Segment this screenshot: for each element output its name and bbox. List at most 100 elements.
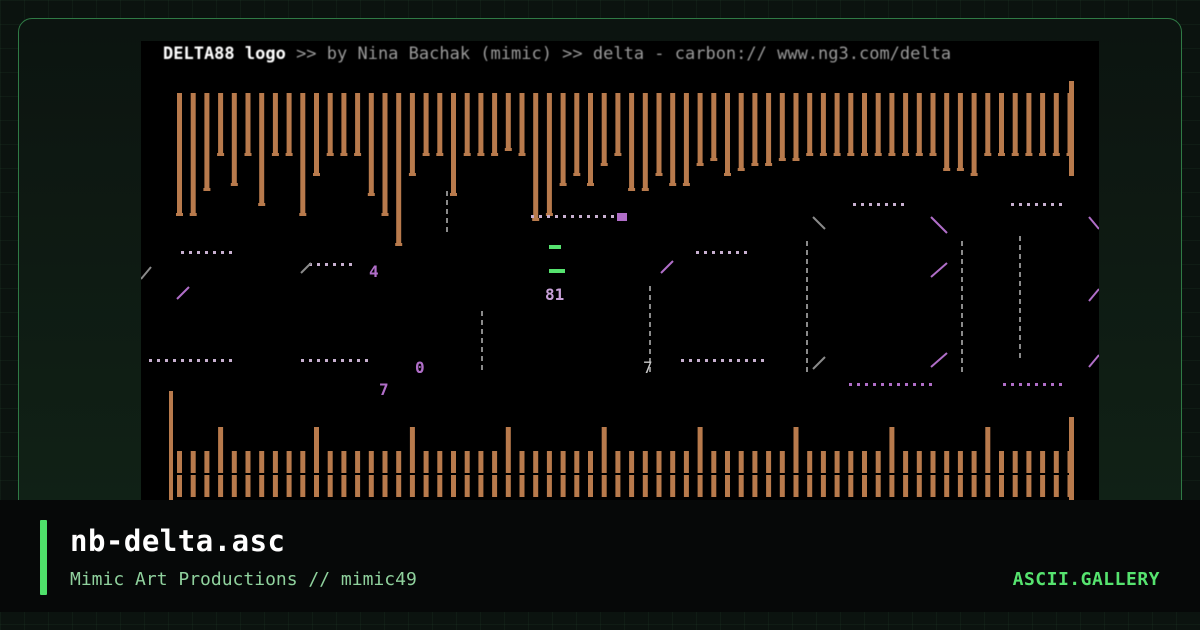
ascii-column [546,475,552,497]
ascii-column [1053,451,1059,473]
ascii-column [437,451,443,473]
ascii-column [793,475,799,497]
ascii-column-cap [299,213,307,216]
ascii-vertical-stub [446,200,448,205]
ascii-vertical-stub [1019,308,1021,313]
ascii-column [1069,417,1074,507]
ascii-column-cap [874,153,882,156]
ascii-column [601,427,607,473]
ascii-column [245,475,251,497]
ascii-column [341,475,347,497]
ascii-vertical-stub [961,295,963,300]
ascii-column [1040,451,1046,473]
ascii-column [971,475,977,497]
ascii-column-cap [1011,153,1019,156]
ascii-column [957,451,963,473]
ascii-column [218,93,224,153]
ascii-dotted-line [539,215,542,218]
ascii-column [779,93,785,158]
ascii-dotted-line [728,251,731,254]
ascii-column [169,391,173,511]
ascii-column [670,475,676,497]
ascii-column [930,475,936,497]
ascii-dotted-line [913,383,916,386]
site-brand[interactable]: ASCII.GALLERY [1013,568,1160,592]
ascii-column [409,427,415,473]
ascii-dotted-line [1019,383,1022,386]
ascii-column [601,475,607,497]
ascii-vertical-stub [1019,254,1021,259]
ascii-column [492,475,498,497]
ascii-dotted-line [857,383,860,386]
ascii-column [1012,451,1018,473]
ascii-number-4: 4 [369,262,379,281]
ascii-column [327,93,333,153]
ascii-column [971,451,977,473]
ascii-dotted-line [853,203,856,206]
ascii-dotted-line [881,383,884,386]
ascii-dotted-line [555,215,558,218]
ascii-column-cap [504,148,512,151]
ascii-column [272,93,278,153]
ascii-column-cap [792,158,800,161]
ascii-column [848,451,854,473]
ascii-vertical-stub [1019,335,1021,340]
ascii-column [478,93,484,153]
ascii-column-cap [230,183,238,186]
ascii-vertical-stub [446,227,448,232]
ascii-column-cap [614,153,622,156]
ascii-bottom-columns [169,391,1074,511]
ascii-vertical-stub [1019,290,1021,295]
ascii-dotted-line [885,203,888,206]
ascii-column-cap [984,153,992,156]
ascii-column [451,475,456,497]
ascii-column [848,475,854,497]
ascii-column [437,93,443,153]
ascii-vertical-stub [481,347,483,352]
ascii-column-cap [724,173,731,176]
ascii-dotted-line [1035,203,1038,206]
ascii-column [314,475,319,497]
footer-accent-bar [40,520,47,595]
ascii-column [752,475,758,497]
ascii-vertical-stub [1019,263,1021,268]
ascii-dotted-line [349,263,352,266]
ascii-dotted-line [205,251,208,254]
ascii-column [725,451,730,473]
ascii-vertical-stub [1019,326,1021,331]
ascii-vertical-stub [806,349,808,354]
ascii-column [1026,475,1032,497]
ascii-column [642,93,648,188]
ascii-dotted-line [1011,203,1014,206]
ascii-column [300,451,306,473]
ascii-dotted-line [1019,203,1022,206]
ascii-column [1040,93,1046,153]
ascii-column-cap [395,243,403,246]
ascii-column [190,451,196,473]
ascii-column [560,475,566,497]
ascii-dotted-line [921,383,924,386]
ascii-column [560,93,566,183]
ascii-dotted-line [611,215,614,218]
ascii-column [985,93,991,153]
ascii-vertical-stub [806,358,808,363]
ascii-dotted-line [753,359,756,362]
ascii-dotted-line [317,263,320,266]
ascii-column-cap [532,218,540,221]
ascii-column [218,475,224,497]
ascii-column [492,93,498,153]
ascii-vertical-stub [649,286,651,291]
ascii-dotted-line [197,359,200,362]
ascii-column [505,427,511,473]
ascii-column [423,475,429,497]
ascii-column [752,451,758,473]
ascii-vertical-stub [649,340,651,345]
ascii-column [190,475,196,497]
ascii-column [834,93,840,153]
ascii-column-cap [381,213,389,216]
ascii-column [204,475,210,497]
ascii-column [615,475,621,497]
ascii-column-cap [847,153,855,156]
ascii-column [519,475,525,497]
ascii-column-cap [271,153,279,156]
